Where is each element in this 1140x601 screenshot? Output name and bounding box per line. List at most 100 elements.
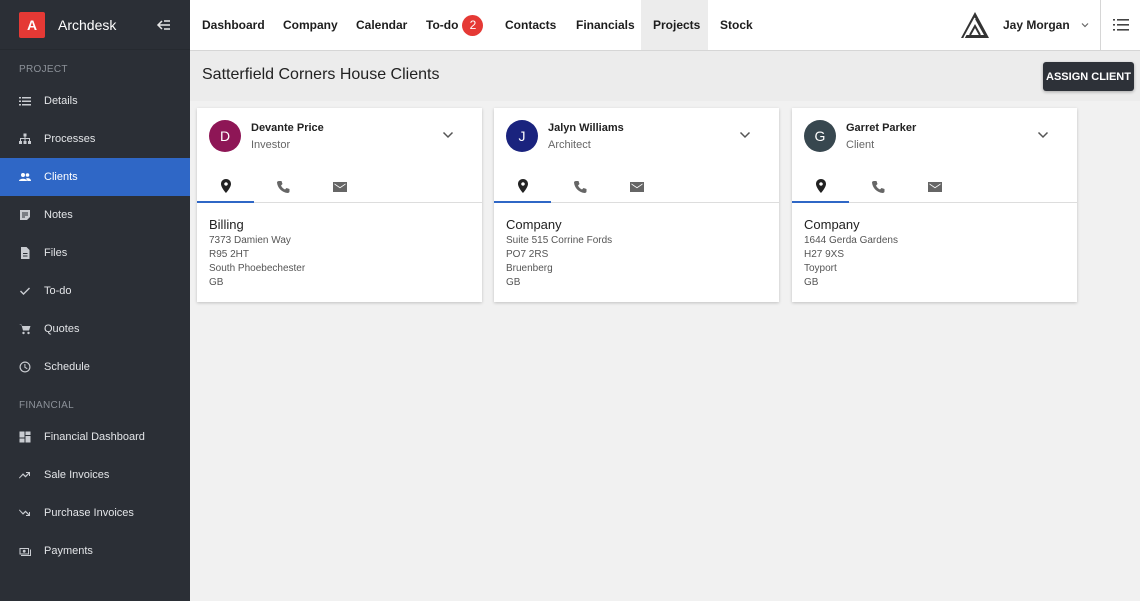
client-name: Devante Price [251,122,324,134]
sidebar-item-quotes[interactable]: Quotes [0,310,190,348]
tab-address[interactable] [792,171,849,203]
todo-count-badge: 2 [462,14,484,36]
company-logo-icon [961,12,989,39]
sidebar-item-label: Files [44,247,68,259]
tab-phone[interactable] [551,171,608,203]
user-menu[interactable]: Jay Morgan [960,0,1090,50]
address-line: South Phoebechester [209,263,306,274]
client-card: J Jalyn Williams Architect Company Suite… [494,108,779,302]
sidebar-item-files[interactable]: Files [0,234,190,272]
address-line: H27 9XS [804,249,845,260]
location-pin-icon [517,179,528,193]
tab-phone[interactable] [849,171,906,203]
sidebar-item-label: Sale Invoices [44,469,110,481]
address-line: GB [506,277,521,288]
sidebar-item-purchase-invoices[interactable]: Purchase Invoices [0,494,190,532]
tab-projects[interactable]: Projects [641,0,708,50]
location-pin-icon [220,179,231,193]
sidebar-item-details[interactable]: Details [0,82,190,120]
check-icon [19,285,31,297]
sidebar-item-label: Clients [44,171,78,183]
address-line: Toyport [804,263,837,274]
tab-email[interactable] [906,171,963,203]
chevron-down-icon[interactable] [738,128,752,142]
menu-list-icon [1112,19,1129,31]
mail-icon [927,182,942,192]
chevron-down-icon[interactable] [1036,128,1050,142]
list-icon [19,95,31,107]
sidebar-item-payments[interactable]: Payments [0,532,190,570]
avatar: G [804,120,836,152]
phone-icon [276,181,289,193]
address-line: PO7 2RS [506,249,549,260]
client-name: Garret Parker [846,122,917,134]
app-name: Archdesk [58,16,117,33]
collapse-sidebar-icon[interactable] [156,17,172,33]
tab-address[interactable] [494,171,551,203]
contact-tabs [792,171,1077,203]
client-card: G Garret Parker Client Company 1644 Gerd… [792,108,1077,302]
section-label-financial: FINANCIAL [19,400,74,411]
chevron-down-icon [1081,23,1089,28]
tab-phone[interactable] [254,171,311,203]
tab-todo-label: To-do [426,18,459,32]
address-title: Company [506,217,562,232]
tab-todo[interactable]: To-do 2 [414,0,495,50]
sidebar-item-label: Financial Dashboard [44,431,145,443]
assign-client-button[interactable]: ASSIGN CLIENT [1043,62,1134,91]
tab-email[interactable] [311,171,368,203]
tab-email[interactable] [608,171,665,203]
file-icon [19,247,31,259]
menu-list-button[interactable] [1100,0,1140,50]
sidebar-item-label: Processes [44,133,96,145]
sidebar-item-todo[interactable]: To-do [0,272,190,310]
mail-icon [332,182,347,192]
sidebar-item-financial-dashboard[interactable]: Financial Dashboard [0,418,190,456]
address-title: Company [804,217,860,232]
sidebar-item-label: Schedule [44,361,90,373]
phone-icon [871,181,884,193]
people-icon [19,171,31,183]
client-role: Client [846,139,875,151]
sidebar-item-clients[interactable]: Clients [0,158,190,196]
page-title: Satterfield Corners House Clients [202,66,440,83]
hierarchy-icon [19,133,31,145]
address-line: 1644 Gerda Gardens [804,235,898,246]
trending-down-icon [19,507,31,519]
address-title: Billing [209,217,244,232]
address-line: GB [209,277,224,288]
tab-stock[interactable]: Stock [708,0,765,50]
note-icon [19,209,31,221]
sidebar-item-notes[interactable]: Notes [0,196,190,234]
sidebar-item-label: Payments [44,545,93,557]
sidebar-item-processes[interactable]: Processes [0,120,190,158]
app-logo: A [19,11,45,38]
chevron-down-icon[interactable] [441,128,455,142]
sidebar-item-sale-invoices[interactable]: Sale Invoices [0,456,190,494]
sidebar-item-label: Purchase Invoices [44,507,134,519]
client-name: Jalyn Williams [548,122,624,134]
section-label-project: PROJECT [19,64,68,75]
address-line: Suite 515 Corrine Fords [506,235,613,246]
address-line: GB [804,277,819,288]
phone-icon [573,181,586,193]
tab-company[interactable]: Company [271,0,350,50]
dashboard-icon [19,431,31,443]
tab-calendar[interactable]: Calendar [344,0,419,50]
user-name: Jay Morgan [1003,18,1070,32]
tab-financials[interactable]: Financials [564,0,647,50]
sidebar-item-schedule[interactable]: Schedule [0,348,190,386]
client-role: Architect [548,139,591,151]
sidebar-item-label: Details [44,95,78,107]
cart-icon [19,323,31,335]
client-role: Investor [251,139,291,151]
avatar: J [506,120,538,152]
address-line: Bruenberg [506,263,553,274]
contact-tabs [494,171,779,203]
tab-dashboard[interactable]: Dashboard [190,0,277,50]
address-line: R95 2HT [209,249,250,260]
tab-contacts[interactable]: Contacts [493,0,568,50]
mail-icon [629,182,644,192]
sidebar-item-label: To-do [44,285,72,297]
tab-address[interactable] [197,171,254,203]
